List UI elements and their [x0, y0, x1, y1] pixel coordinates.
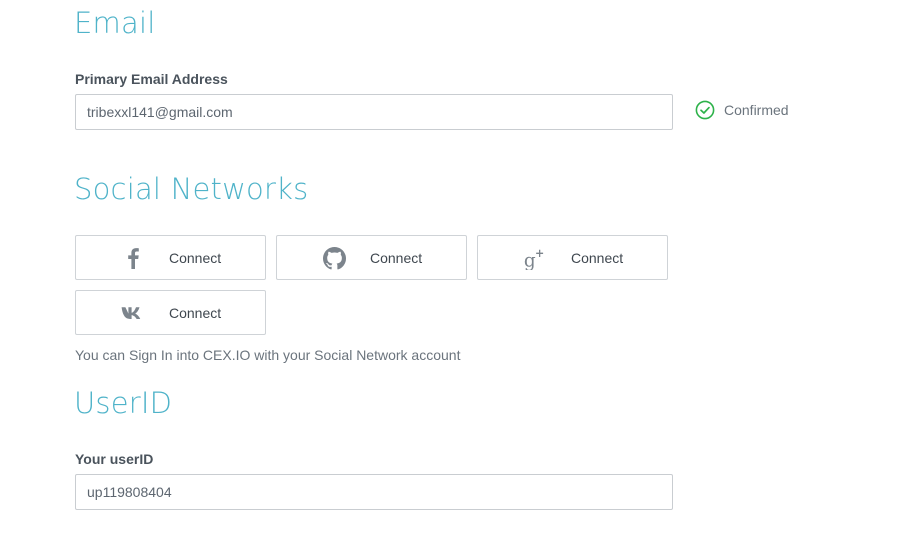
facebook-connect-label: Connect: [169, 250, 222, 266]
email-section-title: Email: [74, 6, 156, 40]
userid-label: Your userID: [75, 451, 154, 467]
facebook-connect-button[interactable]: Connect: [75, 235, 266, 280]
github-connect-label: Connect: [370, 250, 423, 266]
primary-email-field[interactable]: tribexxl141@gmail.com: [75, 94, 673, 130]
github-icon: [322, 246, 346, 269]
svg-text:+: +: [535, 247, 544, 260]
vk-connect-label: Connect: [169, 305, 222, 321]
email-status: Confirmed: [695, 99, 789, 121]
github-connect-button[interactable]: Connect: [276, 235, 467, 280]
primary-email-label: Primary Email Address: [75, 71, 228, 87]
google-plus-icon: g +: [523, 247, 547, 270]
userid-section-title: UserID: [74, 386, 173, 420]
social-signin-hint: You can Sign In into CEX.IO with your So…: [75, 347, 461, 363]
google-plus-connect-button[interactable]: g + Connect: [477, 235, 668, 280]
google-plus-connect-label: Connect: [571, 250, 624, 266]
vk-icon: [121, 302, 145, 324]
social-networks-title: Social Networks: [74, 172, 309, 206]
vk-connect-button[interactable]: Connect: [75, 290, 266, 335]
email-status-text: Confirmed: [724, 102, 789, 118]
check-circle-icon: [695, 100, 715, 120]
facebook-icon: [121, 247, 145, 269]
settings-page: Email Primary Email Address tribexxl141@…: [0, 0, 914, 538]
userid-field[interactable]: up119808404: [75, 474, 673, 510]
